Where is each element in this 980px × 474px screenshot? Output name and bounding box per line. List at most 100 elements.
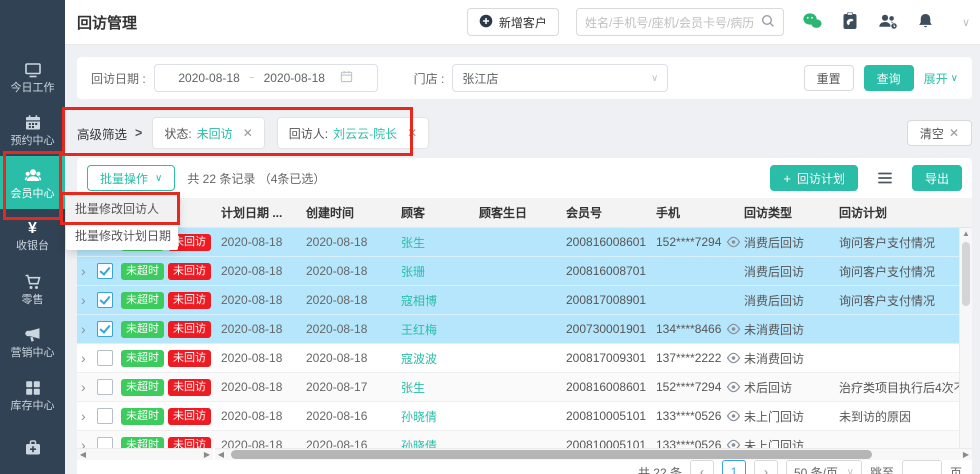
remove-chip-icon[interactable]: ✕ bbox=[407, 126, 417, 140]
phone-reveal-icon[interactable] bbox=[726, 236, 741, 248]
main-content: 回访日期 : 2020-08-18 ~ 2020-08-18 门店 : 张江店 … bbox=[65, 45, 980, 474]
batch-operation-button[interactable]: 批量操作∨ bbox=[87, 165, 175, 191]
phone-reveal-icon[interactable] bbox=[726, 352, 741, 364]
add-visit-plan-button[interactable]: +回访计划 bbox=[770, 165, 858, 191]
row-expand-icon[interactable]: › bbox=[81, 351, 97, 365]
table-row: ›未超时未回访2020-08-182020-08-16孙晓倩2008100051… bbox=[77, 431, 972, 448]
query-button[interactable]: 查询 bbox=[864, 65, 914, 91]
row-expand-icon[interactable]: › bbox=[81, 409, 97, 423]
col-header[interactable]: 回访计划 bbox=[839, 204, 972, 221]
sidebar-item-retail[interactable]: 零售 bbox=[0, 262, 65, 315]
wechat-icon[interactable] bbox=[801, 11, 823, 34]
scrollbar-thumb[interactable] bbox=[962, 242, 970, 306]
row-expand-icon[interactable]: › bbox=[81, 264, 97, 278]
customer-link[interactable]: 寇相博 bbox=[401, 292, 479, 309]
phone-reveal-icon[interactable] bbox=[726, 439, 741, 448]
scroll-right-icon[interactable]: ▶ bbox=[960, 449, 972, 460]
row-expand-icon[interactable]: › bbox=[81, 322, 97, 336]
scroll-left-icon[interactable]: ◀ bbox=[77, 449, 89, 460]
table-row: ›未超时未回访2020-08-182020-08-18寇波波2008170093… bbox=[77, 344, 972, 373]
scroll-up-icon[interactable]: ▲ bbox=[960, 228, 972, 240]
phone-reveal-icon[interactable] bbox=[726, 323, 741, 335]
dropdown-item[interactable]: 批量修改回访人 bbox=[66, 196, 178, 223]
dropdown-item[interactable]: 批量修改计划日期 bbox=[66, 223, 178, 250]
row-expand-icon[interactable]: › bbox=[81, 293, 97, 307]
page-size-select[interactable]: 50 条/页∨ bbox=[786, 460, 862, 474]
horizontal-scrollbar[interactable]: ◀ ▶ ◀ ▶ bbox=[77, 448, 972, 460]
col-header[interactable]: 顾客 bbox=[401, 204, 479, 221]
sidebar-item-appointment-center[interactable]: 预约中心 bbox=[0, 103, 65, 156]
clipboard-phone-icon[interactable] bbox=[840, 11, 860, 34]
phone-reveal-icon[interactable] bbox=[726, 410, 741, 422]
col-header[interactable]: 创建时间 bbox=[306, 204, 401, 221]
members-icon bbox=[22, 166, 44, 186]
sidebar-item-inventory-center[interactable]: 库存中心 bbox=[0, 368, 65, 421]
col-header[interactable]: 回访类型 bbox=[744, 204, 839, 221]
vertical-scrollbar[interactable]: ▲ ▼ bbox=[959, 228, 972, 458]
bell-icon[interactable] bbox=[916, 11, 935, 34]
search-icon[interactable] bbox=[761, 14, 775, 31]
scroll-left-icon[interactable]: ◀ bbox=[215, 449, 227, 460]
prev-page-button[interactable]: ‹ bbox=[690, 460, 714, 474]
remove-chip-icon[interactable]: ✕ bbox=[243, 126, 253, 140]
cell-visit-type: 消费后回访 bbox=[744, 292, 839, 309]
chevron-down-icon: ∨ bbox=[847, 467, 854, 474]
customer-link[interactable]: 孙晓倩 bbox=[401, 408, 479, 425]
col-header[interactable]: 顾客生日 bbox=[479, 204, 566, 221]
row-checkbox[interactable] bbox=[97, 437, 113, 448]
contacts-icon[interactable] bbox=[877, 11, 899, 34]
customer-link[interactable]: 张生 bbox=[401, 379, 479, 396]
search-input[interactable]: 姓名/手机号/座机/会员卡号/病历号 bbox=[576, 8, 784, 36]
page-jump-input[interactable] bbox=[902, 460, 942, 474]
sidebar-item-member-center[interactable]: 会员中心 bbox=[0, 156, 65, 209]
row-checkbox[interactable] bbox=[97, 263, 113, 279]
reset-button[interactable]: 重置 bbox=[804, 65, 854, 91]
column-settings-icon[interactable] bbox=[876, 169, 894, 187]
chevron-down-icon[interactable]: ∨ bbox=[962, 16, 970, 29]
col-header[interactable]: 会员号 bbox=[566, 204, 656, 221]
store-select[interactable]: 张江店 ∨ bbox=[452, 64, 668, 92]
app-window: 今日工作预约中心会员中心¥收银台零售营销中心库存中心 回访管理 新增客户 姓名/… bbox=[0, 0, 980, 474]
current-page-button[interactable]: 1 bbox=[722, 460, 746, 474]
customer-link[interactable]: 王红梅 bbox=[401, 321, 479, 338]
timeout-status-badge: 未超时 bbox=[121, 350, 164, 367]
add-customer-button[interactable]: 新增客户 bbox=[467, 8, 559, 36]
visit-date-range-input[interactable]: 2020-08-18 ~ 2020-08-18 bbox=[154, 64, 378, 92]
sidebar-item-medical[interactable] bbox=[0, 421, 65, 474]
row-checkbox[interactable] bbox=[97, 321, 113, 337]
col-header[interactable]: 手机 bbox=[656, 204, 744, 221]
row-checkbox[interactable] bbox=[97, 292, 113, 308]
sidebar-item-cashier[interactable]: ¥收银台 bbox=[0, 209, 65, 262]
row-expand-icon[interactable]: › bbox=[81, 380, 97, 394]
row-checkbox[interactable] bbox=[97, 379, 113, 395]
export-button[interactable]: 导出 bbox=[912, 165, 962, 191]
chevron-down-icon: ∨ bbox=[951, 73, 958, 84]
sidebar-item-label: 库存中心 bbox=[11, 401, 55, 412]
visit-status-badge: 未回访 bbox=[168, 321, 211, 338]
sidebar-item-today-work[interactable]: 今日工作 bbox=[0, 50, 65, 103]
frozen-pane-scrollbar[interactable]: ◀ ▶ bbox=[77, 448, 213, 460]
jump-to-label: 跳至 bbox=[870, 464, 894, 474]
row-expand-icon[interactable]: › bbox=[81, 438, 97, 448]
clear-filters-button[interactable]: 清空✕ bbox=[907, 120, 972, 146]
expand-toggle[interactable]: 展开∨ bbox=[924, 70, 958, 87]
customer-link[interactable]: 孙晓倩 bbox=[401, 437, 479, 449]
main-pane-scrollbar[interactable]: ◀ ▶ bbox=[215, 448, 972, 460]
next-page-button[interactable]: › bbox=[754, 460, 778, 474]
sidebar-item-marketing-center[interactable]: 营销中心 bbox=[0, 315, 65, 368]
scroll-right-icon[interactable]: ▶ bbox=[201, 449, 213, 460]
table-row: ›未超时未回访2020-08-182020-08-18寇相博2008170089… bbox=[77, 286, 972, 315]
row-checkbox[interactable] bbox=[97, 350, 113, 366]
customer-link[interactable]: 张生 bbox=[401, 234, 479, 251]
row-checkbox[interactable] bbox=[97, 408, 113, 424]
col-header[interactable]: 计划日期 ... bbox=[221, 204, 306, 221]
phone-number: 152****7294 bbox=[656, 235, 721, 249]
advanced-filter-label[interactable]: 高级筛选> bbox=[77, 124, 142, 143]
customer-link[interactable]: 张珊 bbox=[401, 263, 479, 280]
scrollbar-thumb[interactable] bbox=[231, 450, 872, 459]
phone-reveal-icon[interactable] bbox=[726, 381, 741, 393]
calendar-icon bbox=[23, 113, 43, 133]
customer-link[interactable]: 寇波波 bbox=[401, 350, 479, 367]
pagination-bar: 共 22 条 ‹ 1 › 50 条/页∨ 跳至 页 bbox=[638, 460, 962, 474]
total-count: 共 22 条 bbox=[638, 464, 682, 474]
